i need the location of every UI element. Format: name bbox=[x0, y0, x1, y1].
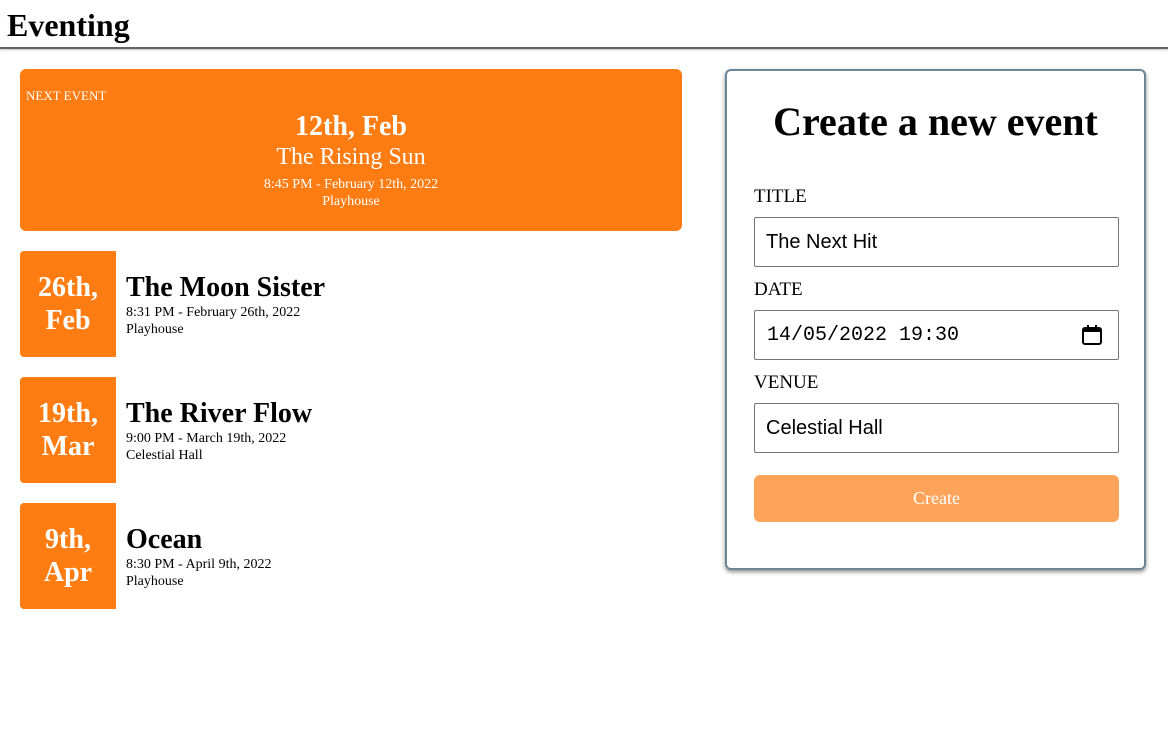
form-heading: Create a new event bbox=[773, 99, 1098, 144]
event-month: Mar bbox=[41, 431, 95, 462]
app-title: Eventing bbox=[7, 7, 130, 43]
event-venue: Playhouse bbox=[126, 574, 184, 589]
event-title: The River Flow bbox=[126, 398, 313, 429]
event-date-badge: 26th, Feb bbox=[20, 251, 116, 357]
title-input[interactable] bbox=[754, 217, 1119, 267]
event-time: 8:31 PM - February 26th, 2022 bbox=[126, 305, 301, 320]
event-item[interactable]: 19th, Mar The River Flow 9:00 PM - March… bbox=[20, 377, 682, 483]
event-day: 26th, bbox=[38, 272, 98, 303]
event-item[interactable]: 26th, Feb The Moon Sister 8:31 PM - Febr… bbox=[20, 251, 682, 357]
venue-label: VENUE bbox=[754, 372, 819, 393]
next-event-time: 8:45 PM - February 12th, 2022 bbox=[263, 177, 439, 192]
event-month: Apr bbox=[43, 557, 93, 588]
event-venue: Playhouse bbox=[126, 322, 184, 337]
event-time: 9:00 PM - March 19th, 2022 bbox=[126, 431, 287, 446]
date-label: DATE bbox=[754, 279, 803, 300]
next-event-venue: Playhouse bbox=[322, 194, 380, 209]
next-event-card[interactable]: NEXT EVENT 12th, Feb The Rising Sun 8:45… bbox=[20, 69, 682, 231]
event-info: The Moon Sister 8:31 PM - February 26th,… bbox=[126, 271, 325, 338]
event-venue: Celestial Hall bbox=[126, 448, 203, 463]
next-event-title: The Rising Sun bbox=[276, 144, 426, 170]
event-day: 9th, bbox=[45, 524, 91, 555]
event-date-badge: 9th, Apr bbox=[20, 503, 116, 609]
event-time: 8:30 PM - April 9th, 2022 bbox=[126, 557, 272, 572]
next-event-label: NEXT EVENT bbox=[26, 88, 107, 103]
event-item[interactable]: 9th, Apr Ocean 8:30 PM - April 9th, 2022… bbox=[20, 503, 682, 609]
date-input[interactable]: 14/05/2022 19:30 bbox=[754, 310, 1119, 360]
date-value: 14/05/2022 19:30 bbox=[767, 324, 960, 347]
next-event-date: 12th, Feb bbox=[295, 111, 407, 142]
title-label: TITLE bbox=[754, 186, 807, 207]
event-info: Ocean 8:30 PM - April 9th, 2022 Playhous… bbox=[126, 523, 271, 590]
calendar-icon[interactable] bbox=[1081, 324, 1103, 346]
create-button[interactable]: Create bbox=[754, 475, 1119, 522]
event-date-badge: 19th, Mar bbox=[20, 377, 116, 483]
event-title: The Moon Sister bbox=[126, 272, 326, 303]
event-day: 19th, bbox=[38, 398, 98, 429]
event-title: Ocean bbox=[126, 524, 203, 555]
event-month: Feb bbox=[45, 305, 91, 336]
create-event-form: Create a new event TITLE DATE 14/05/2022… bbox=[725, 69, 1146, 570]
venue-input[interactable] bbox=[754, 403, 1119, 453]
event-info: The River Flow 9:00 PM - March 19th, 202… bbox=[126, 397, 312, 464]
app-header: Eventing bbox=[0, 0, 1168, 49]
